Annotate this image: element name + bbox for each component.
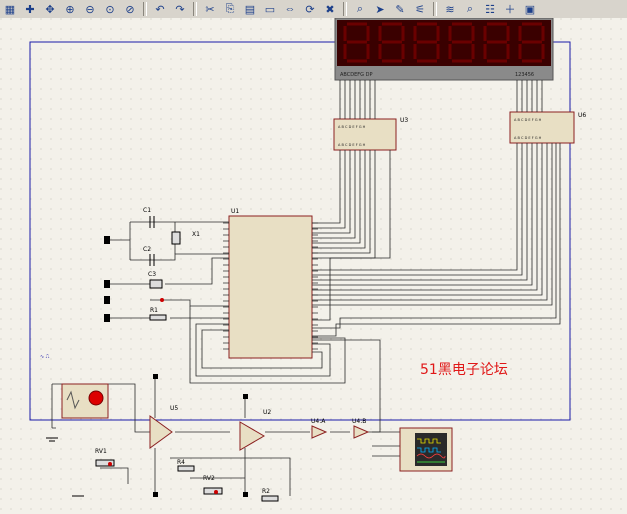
- generator-label: ∿ ⎍: [40, 354, 50, 360]
- wire-autorouter-icon[interactable]: ≋: [441, 1, 459, 17]
- toolbar-separator: [193, 2, 197, 16]
- toolbar-separator: [143, 2, 147, 16]
- redo-icon[interactable]: ↷: [171, 1, 189, 17]
- pan-icon[interactable]: ✥: [41, 1, 59, 17]
- block-delete-icon[interactable]: ✖: [321, 1, 339, 17]
- zoom-in-icon[interactable]: ⊕: [61, 1, 79, 17]
- packaging-icon[interactable]: ✎: [391, 1, 409, 17]
- grid-dots: [0, 18, 627, 514]
- make-device-icon[interactable]: ➤: [371, 1, 389, 17]
- cut-icon[interactable]: ✂: [201, 1, 219, 17]
- search-icon[interactable]: ⌕: [461, 1, 479, 17]
- toolbar-separator: [343, 2, 347, 16]
- u1-label: U1: [231, 208, 239, 215]
- undo-icon[interactable]: ↶: [151, 1, 169, 17]
- u4a-label: U4:A: [311, 418, 326, 425]
- svg-text:A B C D E F G H: A B C D E F G H: [514, 118, 542, 122]
- origin-icon[interactable]: ✚: [21, 1, 39, 17]
- remove-sheet-icon[interactable]: ▣: [521, 1, 539, 17]
- oscilloscope[interactable]: [399, 427, 453, 472]
- block-move-icon[interactable]: ⇔: [281, 1, 299, 17]
- u2-label: U2: [263, 409, 271, 416]
- reset-button[interactable]: [160, 298, 164, 302]
- svg-text:A B C D E F G H: A B C D E F G H: [338, 125, 366, 129]
- u3-label: U3: [400, 117, 408, 124]
- svg-text:A B C D E F G H: A B C D E F G H: [338, 143, 366, 147]
- toolbar-separator: [433, 2, 437, 16]
- new-sheet-icon[interactable]: ＋: [501, 1, 519, 17]
- paste-icon[interactable]: ▤: [241, 1, 259, 17]
- rv1-label: RV1: [95, 448, 107, 455]
- x1-label: X1: [192, 231, 200, 238]
- decompose-icon[interactable]: ⚟: [411, 1, 429, 17]
- block-rotate-icon[interactable]: ⟳: [301, 1, 319, 17]
- zoom-all-icon[interactable]: ⊙: [101, 1, 119, 17]
- u4b-label: U4:B: [352, 418, 366, 425]
- c1-label: C1: [143, 207, 151, 214]
- zoom-out-icon[interactable]: ⊖: [81, 1, 99, 17]
- proteus-window: ▦ ✚ ✥ ⊕ ⊖ ⊙ ⊘ ↶ ↷ ✂ ⎘ ▤ ▭ ⇔ ⟳ ✖ ⌕ ➤ ✎ ⚟ ≋ ⌕ ☷ ＋ ▣ ABCDEFG DP 123…: [0, 0, 627, 514]
- copy-icon[interactable]: ⎘: [221, 1, 239, 17]
- r1-label: R1: [150, 307, 158, 314]
- zoom-area-icon[interactable]: ⊘: [121, 1, 139, 17]
- toolbar: ▦ ✚ ✥ ⊕ ⊖ ⊙ ⊘ ↶ ↷ ✂ ⎘ ▤ ▭ ⇔ ⟳ ✖ ⌕ ➤ ✎ ⚟ ≋ ⌕ ☷ ＋ ▣: [0, 0, 627, 19]
- svg-text:A B C D E F G H: A B C D E F G H: [514, 136, 542, 140]
- property-icon[interactable]: ☷: [481, 1, 499, 17]
- signal-generator[interactable]: [61, 383, 109, 419]
- c2-label: C2: [143, 246, 151, 253]
- rv2-label: RV2: [203, 475, 215, 482]
- watermark-text: 51黑电子论坛: [420, 362, 508, 378]
- r4-label: R4: [177, 459, 185, 466]
- u6-label: U6: [578, 112, 586, 119]
- schematic-canvas[interactable]: ABCDEFG DP 123456 U3 A B C D E F G H A B…: [0, 17, 627, 514]
- u5-label: U5: [170, 405, 178, 412]
- c3-label: C3: [148, 271, 156, 278]
- block-copy-icon[interactable]: ▭: [261, 1, 279, 17]
- seven-segment-display[interactable]: ABCDEFG DP 123456: [334, 17, 554, 81]
- display-left-label: ABCDEFG DP: [340, 72, 372, 78]
- r2-label: R2: [262, 488, 270, 495]
- pick-device-icon[interactable]: ⌕: [351, 1, 369, 17]
- display-right-label: 123456: [515, 72, 534, 78]
- ic-u1-microcontroller[interactable]: U1: [223, 208, 318, 359]
- grid-icon[interactable]: ▦: [1, 1, 19, 17]
